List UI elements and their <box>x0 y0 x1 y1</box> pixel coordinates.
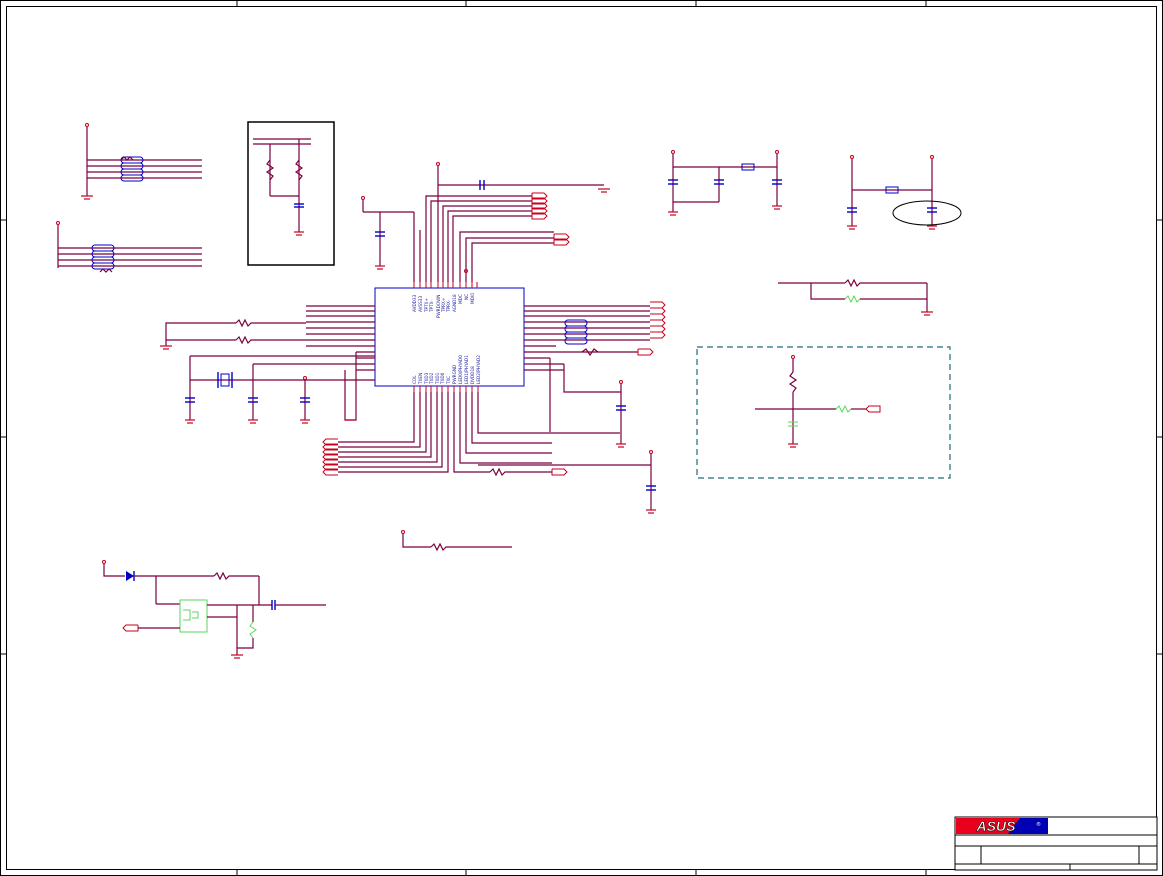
ic-pin-label: TXD0 <box>440 372 445 385</box>
ic-bottom-signals <box>322 392 620 477</box>
power-filter-2 <box>847 155 962 230</box>
ic-pin-label: LED0/PHYAD0 <box>458 355 463 384</box>
ic-top-pin-labels: AVDD33 AVSS33 TPTX+ TPTX- PWRDOWN TPRX+ … <box>412 292 475 318</box>
right-resistors <box>778 278 933 316</box>
ic-pin-label: TXC <box>446 376 451 385</box>
pullup-box <box>247 121 335 266</box>
phy-ic: AVDD33 AVSS33 TPTX+ TPTX- PWRDOWN TPRX+ … <box>306 282 650 392</box>
ic-pin-label: DVDD18 <box>470 366 475 384</box>
ic-pin-label: TPRX- <box>446 299 451 313</box>
ic-pin-label: TXEN <box>418 373 423 385</box>
ic-pin-label: PWRGND <box>452 365 457 384</box>
ic-left-pin-stubs <box>306 305 375 371</box>
resistor-array-1 <box>81 123 202 200</box>
ic-pin-label: AVDD33 <box>412 294 417 312</box>
ic-pin-label: MDC <box>458 294 463 304</box>
ic-bottom-pin-labels: COL TXEN TXD3 TXD2 TXD1 TXD0 TXC PWRGND … <box>412 355 481 385</box>
ic-pin-label: NC <box>464 294 469 300</box>
reset-circuit <box>102 560 326 659</box>
schematic-sheet: AVDD33 AVSS33 TPTX+ TPTX- PWRDOWN TPRX+ … <box>0 0 1163 876</box>
sheet-border <box>0 0 1163 876</box>
top-supply <box>436 162 610 282</box>
asus-logo: ASUS ® <box>956 818 1048 834</box>
crystal-section <box>185 352 375 424</box>
ic-pin-label: LED1/PHYAD1 <box>464 355 469 384</box>
ic-pin-label: MDIO <box>470 292 475 304</box>
ic-top-signals <box>419 192 570 282</box>
ic-pin-label: COL <box>412 375 417 384</box>
ic-right-pin-stubs <box>524 305 650 371</box>
highlight-ellipse <box>892 200 962 226</box>
ic-bottom-pin-stubs <box>413 386 479 392</box>
supply-cap-left <box>361 196 415 282</box>
registered-mark: ® <box>1036 821 1041 828</box>
left-resistors <box>160 318 306 350</box>
resistor-array-2 <box>56 221 202 273</box>
standalone-resistor <box>401 530 512 552</box>
ic-pin-label: AVSS33 <box>418 296 423 312</box>
ic-pin-label: TPTX- <box>429 300 434 313</box>
right-supply-caps <box>478 358 656 514</box>
power-filter-1 <box>668 150 782 216</box>
ic-top-pin-stubs <box>413 282 478 288</box>
asus-logo-text: ASUS <box>976 818 1017 834</box>
title-block: ASUS ® <box>954 816 1158 871</box>
ic-pin-label: LED2/PHYAD2 <box>476 355 481 384</box>
ic-pin-label: TXD2 <box>429 372 434 385</box>
optional-circuit-box <box>696 346 951 479</box>
ic-pin-label: AGND18 <box>452 294 457 312</box>
